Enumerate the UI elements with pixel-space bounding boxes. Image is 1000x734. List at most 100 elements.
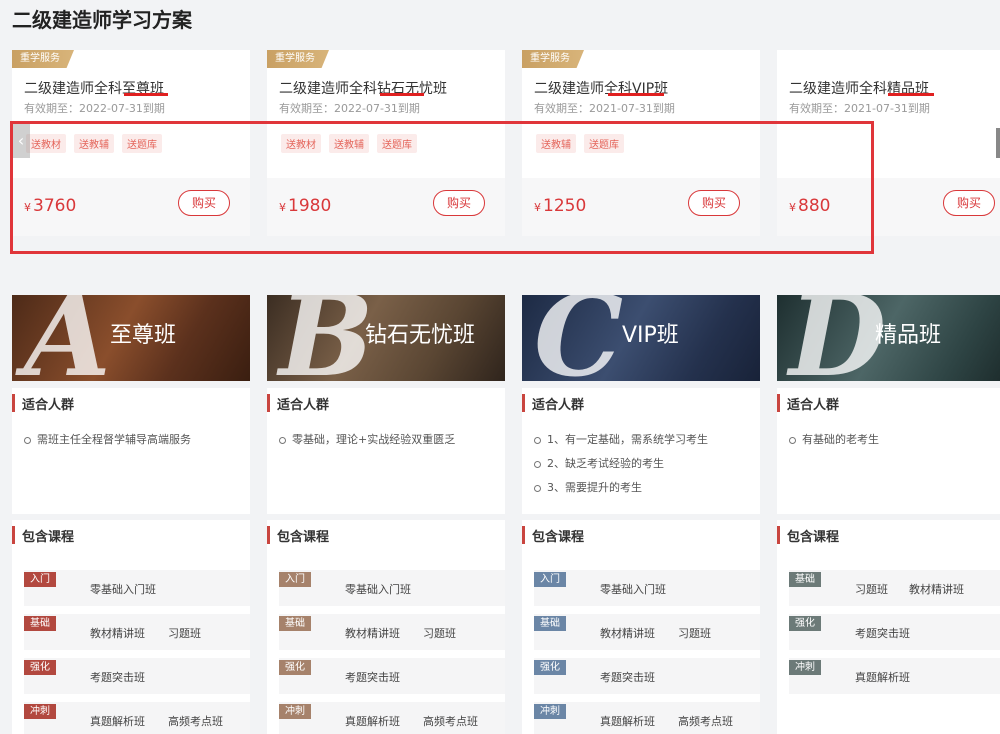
course-link[interactable]: 真题解析班 — [90, 713, 145, 729]
product-card: 重学服务 二级建造师全科钻石无忧班 有效期至：2022-07-31到期 送教材 … — [267, 50, 505, 236]
service-tag: 重学服务 — [12, 50, 74, 68]
course-row: 冲刺 真题解析班 — [789, 658, 1000, 694]
audience-item: 需班主任全程督学辅导高端服务 — [24, 432, 191, 456]
banner-name: 钻石无忧班 — [365, 323, 476, 348]
course-link[interactable]: 习题班 — [168, 625, 201, 641]
course-link[interactable]: 真题解析班 — [345, 713, 400, 729]
stage-badge: 冲刺 — [789, 660, 821, 675]
courses-section: 包含课程 入门 零基础入门班 基础 教材精讲班 习题班 强化 考题突击班 冲刺 … — [522, 520, 760, 734]
circle-bullet-icon — [534, 460, 541, 468]
annotation-underline — [380, 93, 424, 96]
buy-button[interactable]: 购买 — [943, 190, 995, 216]
course-link[interactable]: 考题突击班 — [855, 625, 910, 641]
price: ¥1980 — [279, 196, 332, 216]
page-title: 二级建造师学习方案 — [12, 8, 192, 32]
courses-section: 包含课程 入门 零基础入门班 基础 教材精讲班 习题班 强化 考题突击班 冲刺 … — [12, 520, 250, 734]
course-link[interactable]: 教材精讲班 — [600, 625, 655, 641]
audience-item: 3、需要提升的考生 — [534, 480, 708, 504]
gift-tag: 送教辅 — [536, 134, 576, 153]
course-link[interactable]: 真题解析班 — [600, 713, 655, 729]
circle-bullet-icon — [534, 436, 541, 444]
banner-name: 至尊班 — [110, 323, 177, 348]
audience-label: 适合人群 — [277, 398, 330, 413]
buy-button[interactable]: 购买 — [178, 190, 230, 216]
banner-letter: B — [279, 295, 374, 381]
chevron-left-icon[interactable]: ‹ — [12, 124, 30, 158]
audience-label: 适合人群 — [787, 398, 840, 413]
banner-letter: D — [789, 295, 887, 381]
course-link[interactable]: 高频考点班 — [168, 713, 223, 729]
course-row: 入门 零基础入门班 — [534, 570, 760, 606]
course-row: 基础 教材精讲班 习题班 — [279, 614, 505, 650]
course-link[interactable]: 高频考点班 — [678, 713, 733, 729]
course-link[interactable]: 考题突击班 — [600, 669, 655, 685]
course-link[interactable]: 零基础入门班 — [600, 581, 666, 597]
stage-badge: 强化 — [24, 660, 56, 675]
courses-label: 包含课程 — [277, 530, 330, 545]
product-card: 重学服务 二级建造师全科至尊班 有效期至：2022-07-31到期 送教材 送教… — [12, 50, 250, 236]
course-link[interactable]: 教材精讲班 — [345, 625, 400, 641]
course-link[interactable]: 零基础入门班 — [90, 581, 156, 597]
courses-section: 包含课程 入门 零基础入门班 基础 教材精讲班 习题班 强化 考题突击班 冲刺 … — [267, 520, 505, 734]
audience-section: 适合人群 需班主任全程督学辅导高端服务 — [12, 388, 250, 514]
stage-badge: 基础 — [279, 616, 311, 631]
circle-bullet-icon — [24, 436, 31, 444]
course-link[interactable]: 考题突击班 — [345, 669, 400, 685]
course-row: 冲刺 真题解析班 高频考点班 — [534, 702, 760, 734]
stage-badge: 冲刺 — [279, 704, 311, 719]
stage-badge: 冲刺 — [24, 704, 56, 719]
stage-badge: 冲刺 — [534, 704, 566, 719]
stage-badge: 入门 — [534, 572, 566, 587]
banner-letter: A — [24, 295, 111, 381]
course-link[interactable]: 考题突击班 — [90, 669, 145, 685]
course-row: 冲刺 真题解析班 高频考点班 — [279, 702, 505, 734]
course-link[interactable]: 习题班 — [423, 625, 456, 641]
gift-tag: 送题库 — [377, 134, 417, 153]
gift-tag: 送教辅 — [74, 134, 114, 153]
course-link[interactable]: 教材精讲班 — [909, 581, 964, 597]
course-link[interactable]: 高频考点班 — [423, 713, 478, 729]
audience-section: 适合人群 有基础的老考生 — [777, 388, 1000, 514]
course-row: 强化 考题突击班 — [279, 658, 505, 694]
gift-tag: 送教辅 — [329, 134, 369, 153]
audience-label: 适合人群 — [22, 398, 75, 413]
audience-item: 1、有一定基础，需系统学习考生 — [534, 432, 708, 456]
class-banner: B 钻石无忧班 — [267, 295, 505, 381]
annotation-underline — [124, 93, 168, 96]
course-row: 冲刺 真题解析班 高频考点班 — [24, 702, 250, 734]
course-row: 基础 教材精讲班 习题班 — [24, 614, 250, 650]
card-validity: 有效期至：2022-07-31到期 — [24, 102, 165, 115]
service-tag: 重学服务 — [267, 50, 329, 68]
course-link[interactable]: 零基础入门班 — [345, 581, 411, 597]
annotation-underline — [608, 93, 664, 96]
courses-label: 包含课程 — [787, 530, 840, 545]
stage-badge: 强化 — [789, 616, 821, 631]
class-banner: A 至尊班 — [12, 295, 250, 381]
course-row: 强化 考题突击班 — [24, 658, 250, 694]
stage-badge: 入门 — [279, 572, 311, 587]
stage-badge: 基础 — [24, 616, 56, 631]
gift-tag: 送题库 — [584, 134, 624, 153]
banner-letter: C — [534, 295, 624, 381]
banner-name: VIP班 — [622, 323, 679, 348]
course-link[interactable]: 教材精讲班 — [90, 625, 145, 641]
audience-item: 2、缺乏考试经验的考生 — [534, 456, 708, 480]
course-row: 基础 教材精讲班 习题班 — [534, 614, 760, 650]
course-row: 基础 习题班 教材精讲班 — [789, 570, 1000, 606]
card-validity: 有效期至：2022-07-31到期 — [279, 102, 420, 115]
buy-button[interactable]: 购买 — [433, 190, 485, 216]
scrollbar-thumb[interactable] — [996, 128, 1000, 158]
price: ¥880 — [789, 196, 831, 216]
buy-button[interactable]: 购买 — [688, 190, 740, 216]
audience-section: 适合人群 1、有一定基础，需系统学习考生 2、缺乏考试经验的考生 3、需要提升的… — [522, 388, 760, 514]
gift-tag: 送教材 — [26, 134, 66, 153]
course-link[interactable]: 习题班 — [678, 625, 711, 641]
course-link[interactable]: 习题班 — [855, 581, 888, 597]
course-link[interactable]: 真题解析班 — [855, 669, 910, 685]
audience-item: 零基础，理论+实战经验双重匮乏 — [279, 432, 455, 456]
circle-bullet-icon — [534, 484, 541, 492]
courses-section: 包含课程 基础 习题班 教材精讲班 强化 考题突击班 冲刺 真题解析班 — [777, 520, 1000, 734]
audience-section: 适合人群 零基础，理论+实战经验双重匮乏 — [267, 388, 505, 514]
price: ¥3760 — [24, 196, 77, 216]
courses-label: 包含课程 — [532, 530, 585, 545]
